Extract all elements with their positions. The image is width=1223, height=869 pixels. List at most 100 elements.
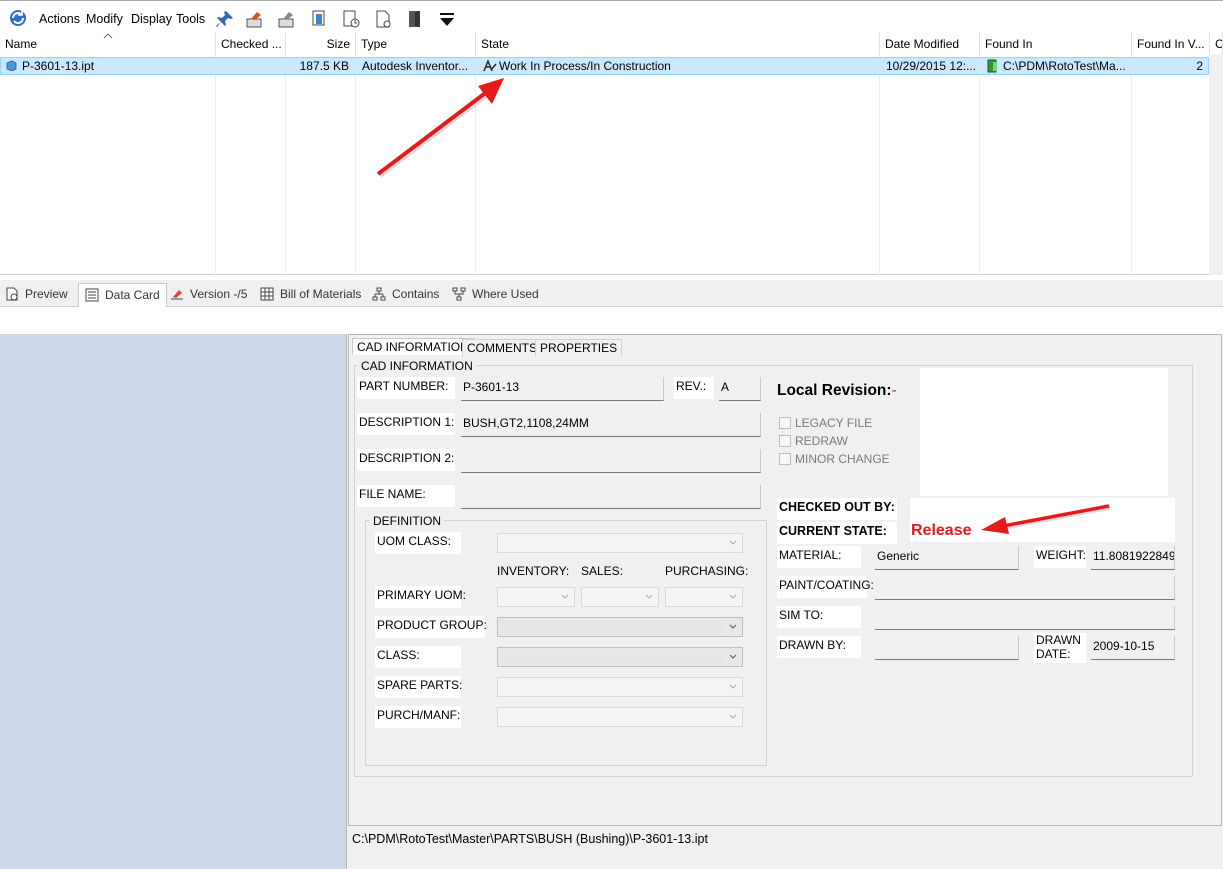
where-used-icon [452, 287, 466, 301]
check-in-icon[interactable] [277, 9, 297, 29]
column-checked[interactable]: Checked ... [216, 33, 286, 55]
annotation-arrow-release [981, 504, 1111, 534]
menu-actions[interactable]: Actions [39, 12, 80, 26]
preview-icon [6, 287, 18, 301]
tab-bill-of-materials[interactable]: Bill of Materials [260, 283, 361, 307]
uom-class-label: UOM CLASS: [375, 532, 461, 554]
rev-field[interactable]: A [719, 377, 761, 401]
card-tab-cad-information[interactable]: CAD INFORMATION [352, 338, 474, 355]
tab-preview[interactable]: Preview [5, 283, 68, 307]
data-card-icon [85, 288, 99, 302]
vault-folder-icon [987, 59, 997, 73]
column-date-modified[interactable]: Date Modified [880, 33, 980, 55]
row-size: 187.5 KB [299, 59, 349, 73]
open-icon[interactable] [405, 9, 425, 29]
hierarchy-icon [372, 287, 386, 301]
file-name-label: FILE NAME: [357, 485, 455, 507]
sim-to-field[interactable] [875, 606, 1175, 630]
spare-parts-dropdown[interactable] [497, 677, 743, 697]
purch-manf-label: PURCH/MANF: [375, 706, 461, 728]
card-tab-properties[interactable]: PROPERTIES [535, 339, 623, 356]
column-c[interactable]: C [1210, 33, 1223, 55]
weight-field[interactable]: 11.80819228496 [1091, 546, 1175, 570]
cad-information-group-title: CAD INFORMATION [358, 359, 476, 373]
description-1-label: DESCRIPTION 1: [357, 413, 455, 435]
row-name: P-3601-13.ipt [22, 59, 95, 73]
row-state: Work In Process/In Construction [499, 59, 671, 73]
menu-tools[interactable]: Tools [176, 12, 205, 26]
class-dropdown[interactable] [497, 647, 743, 667]
description-2-label: DESCRIPTION 2: [357, 449, 455, 471]
material-field[interactable]: Generic [875, 546, 1019, 570]
tab-where-used[interactable]: Where Used [452, 283, 539, 307]
chevron-down-icon [729, 654, 737, 659]
menu-display[interactable]: Display [131, 12, 172, 26]
vertical-scrollbar[interactable] [1209, 55, 1223, 275]
row-found-in-version: 2 [1196, 59, 1203, 73]
rev-label: REV.: [674, 377, 714, 399]
chevron-down-icon [729, 624, 737, 629]
copy-icon[interactable] [309, 9, 329, 29]
checked-out-by-label: CHECKED OUT BY: [777, 498, 897, 520]
row-found-in: C:\PDM\RotoTest\Ma... [1003, 59, 1126, 73]
tab-version[interactable]: Version -/5 [170, 283, 247, 307]
definition-group [365, 520, 767, 766]
minor-change-checkbox[interactable]: MINOR CHANGE [779, 452, 890, 466]
purchasing-label: PURCHASING: [665, 564, 749, 578]
local-revision-heading: Local Revision:- [777, 382, 897, 399]
primary-uom-label: PRIMARY UOM: [375, 586, 466, 608]
row-date-modified: 10/29/2015 12:... [886, 59, 977, 73]
column-type[interactable]: Type [356, 33, 476, 55]
column-state[interactable]: State [476, 33, 880, 55]
chevron-down-icon [729, 594, 737, 599]
pin-icon[interactable] [215, 9, 235, 29]
description-1-field[interactable]: BUSH,GT2,1108,24MM [461, 413, 761, 437]
purchasing-uom-dropdown[interactable] [665, 587, 743, 607]
chevron-down-icon [729, 684, 737, 689]
column-found-in-version[interactable]: Found In V... [1132, 33, 1210, 55]
menu-modify[interactable]: Modify [86, 12, 123, 26]
drawn-by-field[interactable] [875, 636, 1019, 660]
annotation-arrow-state [376, 78, 504, 178]
product-group-dropdown[interactable] [497, 617, 743, 637]
spare-parts-label: SPARE PARTS: [375, 676, 462, 698]
table-row[interactable]: P-3601-13.ipt 187.5 KB Autodesk Inventor… [0, 57, 1209, 75]
file-name-field[interactable] [461, 485, 761, 509]
purch-manf-dropdown[interactable] [497, 707, 743, 727]
inventory-uom-dropdown[interactable] [497, 587, 575, 607]
column-size[interactable]: Size [286, 33, 356, 55]
current-state-value: Release [911, 522, 972, 539]
product-group-label: PRODUCT GROUP: [375, 616, 487, 638]
legacy-file-checkbox[interactable]: LEGACY FILE [779, 416, 872, 430]
drawn-by-label: DRAWN BY: [777, 636, 861, 658]
get-version-icon[interactable] [341, 9, 361, 29]
tab-data-card[interactable]: Data Card [78, 283, 167, 307]
column-found-in[interactable]: Found In [980, 33, 1132, 55]
description-2-field[interactable] [461, 449, 761, 473]
card-tab-comments[interactable]: COMMENTS [462, 339, 542, 356]
file-path: C:\PDM\RotoTest\Master\PARTS\BUSH (Bushi… [352, 832, 708, 846]
chevron-down-icon [729, 714, 737, 719]
drawn-date-field[interactable]: 2009-10-15 [1091, 636, 1175, 660]
left-pane [0, 334, 346, 869]
check-out-icon[interactable] [245, 9, 265, 29]
material-label: MATERIAL: [777, 546, 861, 568]
tab-contains[interactable]: Contains [372, 283, 439, 307]
uom-class-dropdown[interactable] [497, 533, 743, 553]
document-icon[interactable] [373, 9, 393, 29]
chevron-down-icon [645, 594, 653, 599]
more-dropdown-icon[interactable] [437, 11, 457, 31]
weight-label: WEIGHT: [1034, 546, 1086, 568]
sim-to-label: SIM TO: [777, 606, 861, 628]
chevron-down-icon [561, 594, 569, 599]
redraw-checkbox[interactable]: REDRAW [779, 434, 848, 448]
inventor-part-icon [6, 60, 17, 71]
inventory-label: INVENTORY: [497, 564, 570, 578]
paint-coating-field[interactable] [875, 576, 1175, 600]
detail-tabs: Preview Data Card Version -/5 Bill of Ma… [0, 280, 1223, 307]
table-icon [260, 287, 274, 301]
sales-uom-dropdown[interactable] [581, 587, 659, 607]
part-number-field[interactable]: P-3601-13 [461, 377, 664, 401]
toolbar: Actions Modify Display Tools [0, 0, 1223, 33]
refresh-icon[interactable] [8, 8, 28, 28]
